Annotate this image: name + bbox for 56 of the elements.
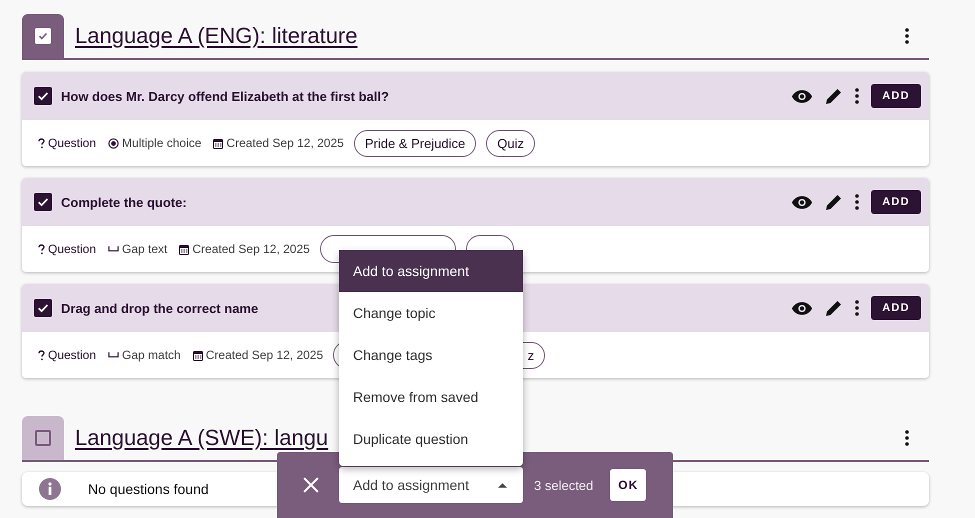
question-checkbox[interactable] (34, 299, 52, 317)
created-date: Created Sep 12, 2025 (213, 136, 344, 150)
menu-item[interactable]: Change tags (339, 334, 523, 376)
empty-message: No questions found (88, 481, 209, 497)
ok-button[interactable]: OK (610, 469, 646, 501)
info-icon (39, 478, 61, 500)
section-checkbox[interactable] (35, 430, 51, 446)
calendar-icon (192, 350, 203, 360)
section-title[interactable]: Language A (ENG): literature (75, 23, 358, 49)
gap-icon (108, 246, 120, 252)
question-label: Question (38, 136, 96, 150)
pencil-icon[interactable] (825, 299, 843, 317)
check-icon (37, 30, 49, 42)
question-text: How does Mr. Darcy offend Elizabeth at the first ball? (61, 88, 389, 104)
tag-chip[interactable]: Pride & Prejudice (354, 130, 476, 156)
selected-count: 3 selected (534, 478, 594, 492)
caret-icon (498, 482, 507, 488)
question-label: Question (38, 242, 96, 256)
more-icon[interactable] (905, 430, 909, 446)
created-date: Created Sep 12, 2025 (192, 348, 324, 362)
question-type: Gap text (108, 242, 168, 256)
menu-item[interactable]: Remove from saved (339, 376, 523, 418)
pencil-icon[interactable] (825, 193, 843, 211)
section-title[interactable]: Language A (SWE): langu (75, 425, 328, 451)
radio-icon (108, 138, 120, 148)
add-button[interactable]: ADD (871, 190, 921, 214)
question-checkbox[interactable] (34, 87, 52, 105)
more-icon[interactable] (855, 300, 859, 316)
question-mark-icon (38, 138, 45, 148)
question-type: Gap match (108, 348, 181, 362)
more-icon[interactable] (905, 28, 909, 44)
add-button[interactable]: ADD (871, 296, 921, 320)
more-icon[interactable] (855, 194, 859, 210)
question-label: Question (38, 348, 96, 362)
eye-icon[interactable] (791, 300, 813, 316)
calendar-icon (213, 138, 224, 148)
menu-item[interactable]: Duplicate question (339, 418, 523, 460)
add-button[interactable]: ADD (871, 84, 921, 108)
tag-chip[interactable]: Quiz (486, 130, 536, 156)
close-icon[interactable] (303, 477, 319, 493)
question-mark-icon (38, 350, 45, 360)
eye-icon[interactable] (791, 88, 813, 104)
eye-icon[interactable] (791, 194, 813, 210)
question-text: Drag and drop the correct name (61, 300, 258, 316)
pencil-icon[interactable] (825, 87, 843, 105)
question-text: Complete the quote: (61, 194, 187, 210)
created-date: Created Sep 12, 2025 (179, 242, 310, 256)
calendar-icon (179, 244, 190, 254)
more-icon[interactable] (855, 88, 859, 104)
menu-item[interactable]: Change topic (339, 292, 523, 334)
question-type: Multiple choice (108, 136, 202, 150)
question-checkbox[interactable] (34, 193, 52, 211)
action-select[interactable]: Add to assignment (339, 467, 523, 503)
menu-item[interactable]: Add to assignment (339, 250, 523, 292)
gap-icon (108, 352, 120, 358)
question-mark-icon (38, 244, 45, 254)
